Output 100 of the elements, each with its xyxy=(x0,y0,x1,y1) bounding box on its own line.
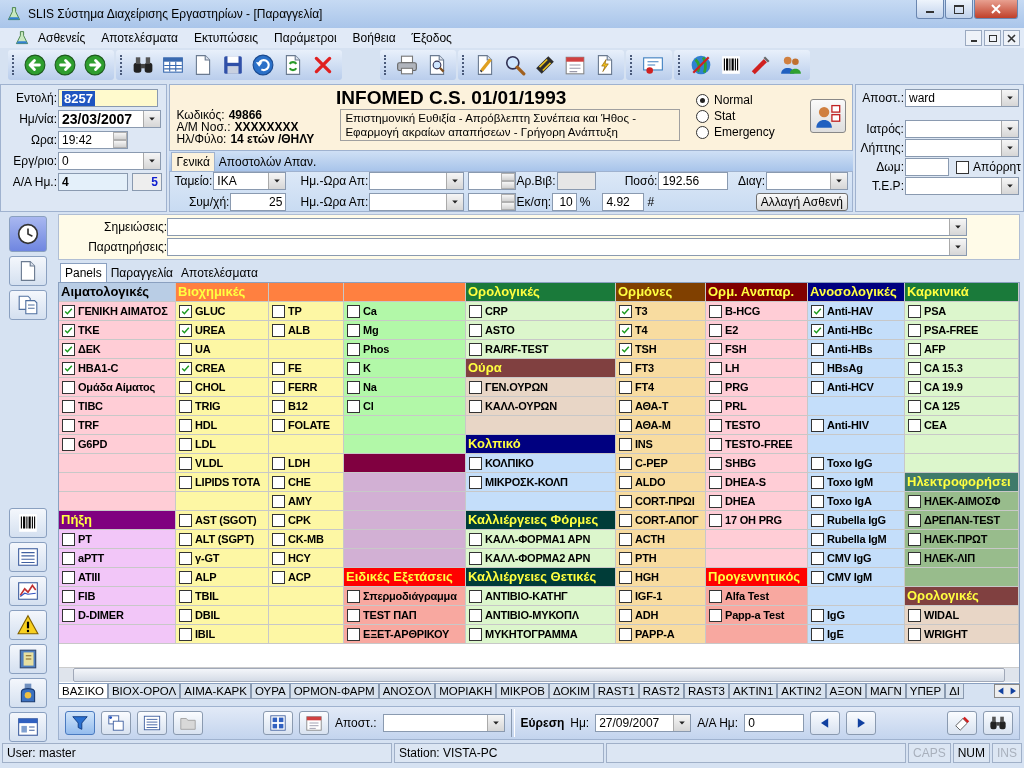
checkbox[interactable] xyxy=(908,627,921,641)
checkbox[interactable] xyxy=(272,513,285,527)
toolbar-button[interactable] xyxy=(137,711,167,735)
checkbox[interactable] xyxy=(811,304,824,318)
dropdown[interactable] xyxy=(382,714,505,732)
menu-item[interactable]: Ασθενείς xyxy=(30,31,94,45)
input-field[interactable]: 4 xyxy=(58,173,128,191)
checkbox[interactable] xyxy=(811,627,824,641)
flask-icon[interactable] xyxy=(14,30,30,46)
checkbox[interactable] xyxy=(709,399,722,413)
users-icon[interactable] xyxy=(780,54,802,76)
dropdown[interactable]: ΙΚΑ xyxy=(213,172,287,190)
input-field[interactable]: 10 xyxy=(552,193,577,211)
checkbox[interactable] xyxy=(619,513,632,527)
checkbox[interactable] xyxy=(469,627,482,641)
checkbox[interactable] xyxy=(272,475,285,489)
checkbox[interactable] xyxy=(62,399,75,413)
checkbox[interactable] xyxy=(179,513,192,527)
checkbox[interactable] xyxy=(272,570,285,584)
side-button[interactable] xyxy=(9,216,47,252)
tab[interactable]: RAST2 xyxy=(638,684,684,699)
checkbox[interactable] xyxy=(908,513,921,527)
checkbox[interactable] xyxy=(619,456,632,470)
tab[interactable]: ΔΟΚΙΜ xyxy=(548,684,594,699)
checkbox[interactable] xyxy=(709,456,722,470)
checkbox[interactable] xyxy=(179,551,192,565)
dropdown[interactable]: 23/03/2007 xyxy=(58,110,161,128)
tab[interactable]: ΒΙΟΧ-ΟΡΟΛ xyxy=(107,684,181,699)
menu-item[interactable]: Παράμετροι xyxy=(266,31,345,45)
spin-field[interactable]: 19:42 xyxy=(58,131,128,149)
checkbox[interactable] xyxy=(62,570,75,584)
checkbox[interactable] xyxy=(62,437,75,451)
checkbox[interactable] xyxy=(811,513,824,527)
checkbox[interactable] xyxy=(62,418,75,432)
checkbox[interactable] xyxy=(179,570,192,584)
tab[interactable]: ΒΑΣΙΚΟ xyxy=(58,684,108,699)
tab[interactable]: Panels xyxy=(60,263,107,282)
checkbox[interactable] xyxy=(619,437,632,451)
checkbox[interactable] xyxy=(955,160,969,174)
checkbox[interactable] xyxy=(179,399,192,413)
checkbox[interactable] xyxy=(811,475,824,489)
tab[interactable]: ΜΙΚΡΟΒ xyxy=(496,684,549,699)
checkbox[interactable] xyxy=(619,570,632,584)
checkbox[interactable] xyxy=(469,608,482,622)
checkbox[interactable] xyxy=(347,399,360,413)
radio-button[interactable] xyxy=(695,125,709,139)
horizontal-scrollbar[interactable] xyxy=(59,667,1019,682)
checkbox[interactable] xyxy=(62,361,75,375)
checkbox[interactable] xyxy=(811,551,824,565)
checkbox[interactable] xyxy=(619,627,632,641)
input-field[interactable] xyxy=(904,158,949,176)
checkbox[interactable] xyxy=(811,342,824,356)
checkbox[interactable] xyxy=(908,323,921,337)
globe-icon[interactable] xyxy=(690,54,712,76)
dropdown[interactable] xyxy=(167,238,967,256)
checkbox[interactable] xyxy=(62,323,75,337)
checkbox[interactable] xyxy=(619,399,632,413)
next-button[interactable] xyxy=(846,711,877,735)
checkbox[interactable] xyxy=(469,456,482,470)
tab[interactable]: ΑΝΟΣΟΛ xyxy=(378,684,436,699)
patient-button[interactable] xyxy=(809,99,846,133)
toolbar-button[interactable] xyxy=(263,711,293,735)
minimize-button[interactable] xyxy=(965,30,982,46)
tab[interactable]: ΔΙ xyxy=(945,684,965,699)
checkbox[interactable] xyxy=(62,589,75,603)
checkbox[interactable] xyxy=(347,361,360,375)
tab[interactable]: ΥΠΕΡ xyxy=(905,684,946,699)
dropdown[interactable] xyxy=(904,120,1019,138)
checkbox[interactable] xyxy=(179,532,192,546)
spin-field[interactable] xyxy=(468,172,517,190)
checkbox[interactable] xyxy=(469,380,482,394)
checkbox[interactable] xyxy=(811,456,824,470)
checkbox[interactable] xyxy=(62,380,75,394)
dropdown[interactable]: 0 xyxy=(58,152,161,170)
checkbox[interactable] xyxy=(709,342,722,356)
checkbox[interactable] xyxy=(272,304,285,318)
checkbox[interactable] xyxy=(272,361,285,375)
chip-icon[interactable] xyxy=(534,54,556,76)
printer-icon[interactable] xyxy=(396,54,418,76)
checkbox[interactable] xyxy=(709,608,722,622)
checkbox[interactable] xyxy=(908,342,921,356)
search-button[interactable] xyxy=(983,711,1013,735)
side-button[interactable] xyxy=(9,542,47,572)
checkbox[interactable] xyxy=(908,361,921,375)
restore-button[interactable] xyxy=(984,30,1001,46)
checkbox[interactable] xyxy=(619,475,632,489)
checkbox[interactable] xyxy=(811,494,824,508)
checkbox[interactable] xyxy=(908,551,921,565)
checkbox[interactable] xyxy=(908,380,921,394)
checkbox[interactable] xyxy=(908,418,921,432)
checkbox[interactable] xyxy=(469,399,482,413)
checkbox[interactable] xyxy=(179,456,192,470)
side-button[interactable] xyxy=(9,644,47,674)
toolbar-button[interactable] xyxy=(299,711,329,735)
tab[interactable]: RAST3 xyxy=(683,684,729,699)
checkbox[interactable] xyxy=(272,532,285,546)
checkbox[interactable] xyxy=(469,323,482,337)
checkbox[interactable] xyxy=(709,361,722,375)
menu-item[interactable]: Έξοδος xyxy=(403,31,460,45)
checkbox[interactable] xyxy=(272,418,285,432)
